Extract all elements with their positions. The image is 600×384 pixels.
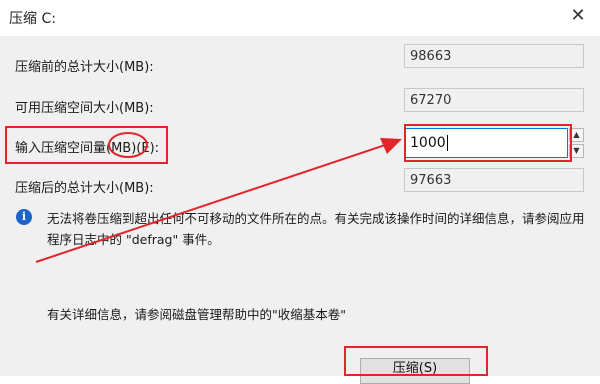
before-size-label: 压缩前的总计大小(MB): xyxy=(15,60,154,75)
window-title: 压缩 C: xyxy=(9,11,56,27)
chevron-down-icon: ▼ xyxy=(573,146,580,155)
after-size-label: 压缩后的总计大小(MB): xyxy=(15,181,154,196)
available-size-label: 可用压缩空间大小(MB): xyxy=(15,101,154,116)
help-reference-text: 有关详细信息，请参阅磁盘管理帮助中的"收缩基本卷" xyxy=(47,307,347,322)
highlight-box-button xyxy=(344,346,488,376)
info-message: 无法将卷压缩到超出任何不可移动的文件所在的点。有关完成该操作时间的详细信息，请参… xyxy=(47,211,585,247)
close-icon[interactable]: ✕ xyxy=(566,4,590,28)
available-size-value: 67270 xyxy=(404,88,584,112)
chevron-up-icon: ▲ xyxy=(573,130,580,139)
after-size-value: 97663 xyxy=(404,168,584,192)
highlight-box-label xyxy=(5,126,168,164)
info-icon: i xyxy=(16,209,32,225)
before-size-value: 98663 xyxy=(404,44,584,68)
title-bar: 压缩 C: ✕ xyxy=(0,0,600,36)
highlight-box-input xyxy=(404,124,572,162)
dialog-body xyxy=(0,36,600,376)
